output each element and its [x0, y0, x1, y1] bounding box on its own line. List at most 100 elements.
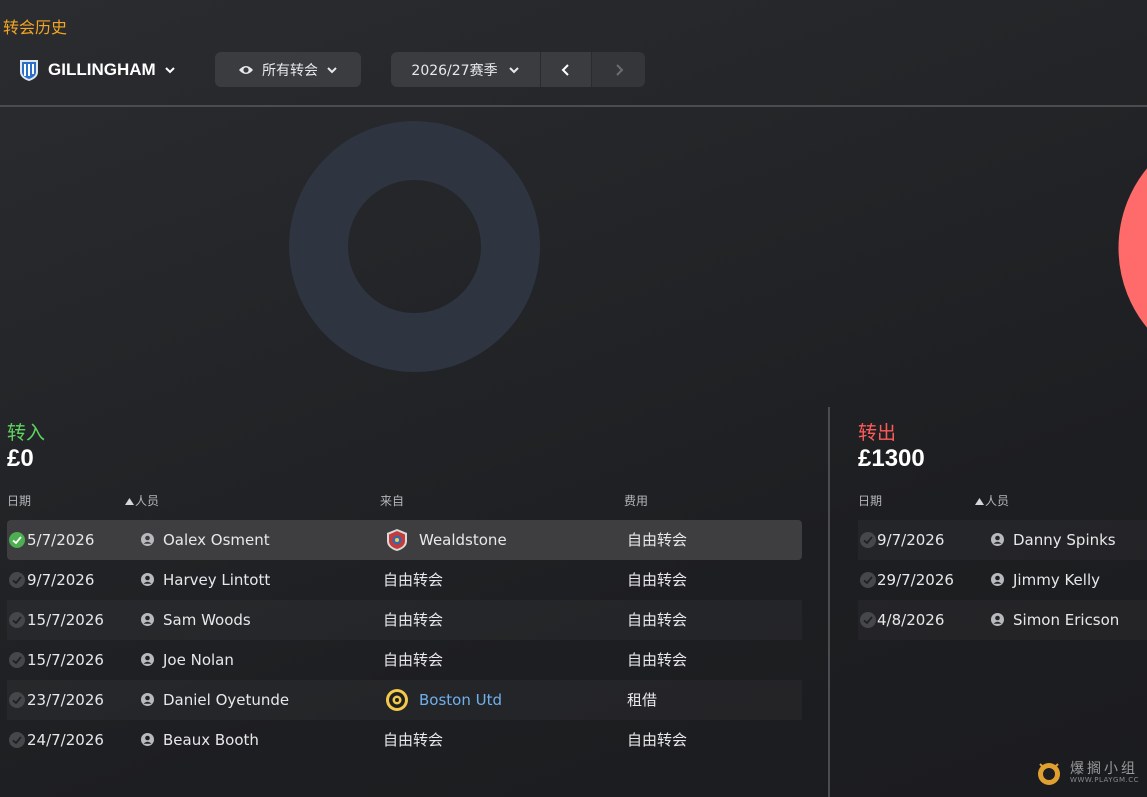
table-row[interactable]: 24/7/2026 Beaux Booth 自由转会 自由转会 — [7, 720, 802, 760]
person-icon — [141, 733, 154, 746]
row-person[interactable]: Daniel Oyetunde — [163, 680, 289, 720]
person-icon — [141, 533, 154, 546]
row-from[interactable]: Wealdstone — [419, 520, 507, 560]
row-person[interactable]: Simon Ericson — [1013, 600, 1119, 640]
person-icon — [991, 573, 1004, 586]
col-header-person[interactable]: 人员 — [125, 492, 159, 509]
club-name: GILLINGHAM — [48, 60, 156, 79]
row-date: 9/7/2026 — [27, 571, 95, 589]
outgoing-total: £1300 — [858, 445, 925, 472]
header-divider — [0, 105, 1147, 107]
club-selector[interactable]: GILLINGHAM — [18, 52, 176, 88]
row-fee: 租借 — [627, 691, 658, 709]
incoming-label: 转入 — [7, 422, 46, 444]
page-title: 转会历史 — [3, 18, 68, 37]
chevron-down-icon — [508, 66, 519, 73]
row-from: 自由转会 — [383, 571, 444, 589]
season-dropdown[interactable]: 2026/27赛季 — [391, 52, 540, 87]
check-icon — [9, 572, 25, 588]
table-row[interactable]: 9/7/2026 Harvey Lintott 自由转会 自由转会 — [7, 560, 802, 600]
check-icon — [9, 732, 25, 748]
season-selector: 2026/27赛季 — [391, 52, 645, 87]
row-date: 15/7/2026 — [27, 611, 104, 629]
wealdstone-crest-icon — [387, 529, 407, 551]
check-icon — [9, 692, 25, 708]
check-icon — [860, 532, 876, 548]
row-from: 自由转会 — [383, 611, 444, 629]
row-from: 自由转会 — [383, 651, 444, 669]
check-icon — [9, 612, 25, 628]
table-row[interactable]: 29/7/2026 Jimmy Kelly — [858, 560, 1147, 600]
table-row[interactable]: 4/8/2026 Simon Ericson — [858, 600, 1147, 640]
row-person[interactable]: Joe Nolan — [163, 640, 234, 680]
col-header-date[interactable]: 日期 — [7, 492, 31, 509]
check-icon — [9, 532, 25, 548]
transfer-history-page: 转会历史 GILLINGHAM 所有转会 2026/27赛季 转入 £0 日期 … — [0, 0, 1147, 797]
sort-ascending-icon — [125, 498, 134, 505]
row-fee: 自由转会 — [627, 531, 688, 549]
row-date: 23/7/2026 — [27, 691, 104, 709]
row-date: 24/7/2026 — [27, 731, 104, 749]
check-icon — [860, 612, 876, 628]
row-date: 5/7/2026 — [27, 531, 95, 549]
person-icon — [991, 613, 1004, 626]
row-person[interactable]: Beaux Booth — [163, 720, 259, 760]
toolbar: GILLINGHAM 所有转会 2026/27赛季 — [0, 52, 1147, 88]
row-person[interactable]: Jimmy Kelly — [1013, 560, 1100, 600]
watermark-url: WWW.PLAYGM.CC — [1070, 776, 1139, 784]
row-from: 自由转会 — [383, 731, 444, 749]
person-icon — [991, 533, 1004, 546]
row-fee: 自由转会 — [627, 731, 688, 749]
chevron-right-icon — [615, 63, 623, 76]
eye-icon — [239, 65, 253, 74]
outgoing-label: 转出 — [858, 422, 897, 444]
outgoing-fees-donut — [1118, 168, 1147, 328]
chevron-down-icon — [327, 66, 337, 73]
transfer-filter-button[interactable]: 所有转会 — [215, 52, 361, 87]
table-row[interactable]: 15/7/2026 Joe Nolan 自由转会 自由转会 — [7, 640, 802, 680]
col-header-person-label: 人员 — [135, 494, 160, 508]
watermark-text: 爆搁小组 — [1070, 761, 1139, 777]
row-fee: 自由转会 — [627, 571, 688, 589]
boston-utd-crest-icon — [386, 689, 408, 711]
table-row[interactable]: 15/7/2026 Sam Woods 自由转会 自由转会 — [7, 600, 802, 640]
row-fee: 自由转会 — [627, 611, 688, 629]
col-header-date[interactable]: 日期 — [858, 492, 882, 509]
person-icon — [141, 613, 154, 626]
person-icon — [141, 693, 154, 706]
row-person[interactable]: Oalex Osment — [163, 520, 270, 560]
table-row[interactable]: 23/7/2026 Daniel Oyetunde Boston Utd 租借 — [7, 680, 802, 720]
club-badge-icon — [20, 60, 38, 81]
row-date: 4/8/2026 — [877, 611, 945, 629]
row-date: 15/7/2026 — [27, 651, 104, 669]
row-date: 29/7/2026 — [877, 571, 954, 589]
table-row[interactable]: 5/7/2026 Oalex Osment Wealdstone 自由转会 — [7, 520, 802, 560]
row-person[interactable]: Sam Woods — [163, 600, 251, 640]
season-label: 2026/27赛季 — [411, 62, 498, 79]
check-icon — [860, 572, 876, 588]
chevron-left-icon — [561, 63, 569, 76]
row-fee: 自由转会 — [627, 651, 688, 669]
row-date: 9/7/2026 — [877, 531, 945, 549]
previous-season-button[interactable] — [540, 52, 591, 87]
incoming-total: £0 — [7, 445, 34, 472]
row-person[interactable]: Danny Spinks — [1013, 520, 1116, 560]
incoming-donut-ring — [289, 121, 540, 372]
incoming-fees-donut — [289, 121, 540, 372]
section-divider — [828, 407, 830, 797]
col-header-person[interactable]: 人员 — [975, 492, 1009, 509]
chevron-down-icon — [164, 67, 175, 74]
row-person[interactable]: Harvey Lintott — [163, 560, 270, 600]
col-header-person-label: 人员 — [985, 494, 1010, 508]
watermark: 爆搁小组 WWW.PLAYGM.CC — [1034, 755, 1139, 791]
col-header-from[interactable]: 来自 — [380, 492, 404, 509]
col-header-fee[interactable]: 费用 — [624, 492, 648, 509]
table-row[interactable]: 9/7/2026 Danny Spinks — [858, 520, 1147, 560]
filter-label: 所有转会 — [262, 62, 318, 79]
row-from[interactable]: Boston Utd — [419, 680, 502, 720]
person-icon — [141, 573, 154, 586]
person-icon — [141, 653, 154, 666]
next-season-button[interactable] — [591, 52, 645, 87]
sort-ascending-icon — [975, 498, 984, 505]
check-icon — [9, 652, 25, 668]
